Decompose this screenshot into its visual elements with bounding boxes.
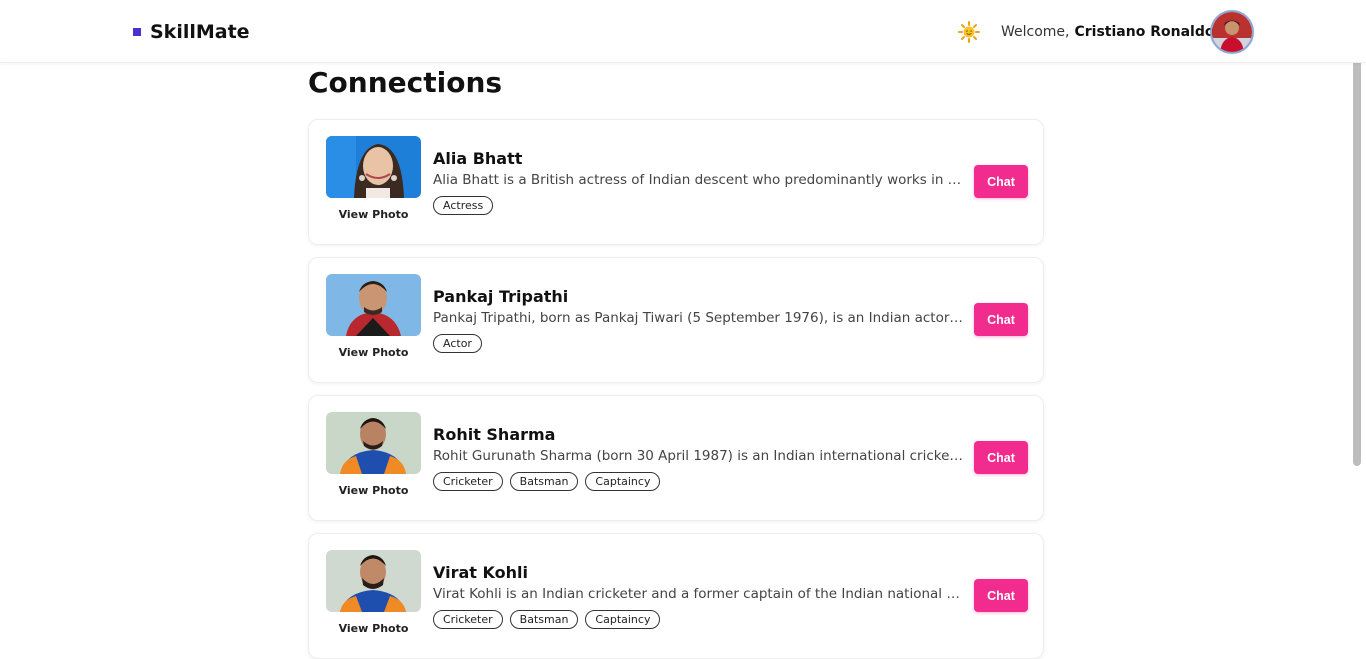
chat-button[interactable]: Chat bbox=[974, 165, 1028, 198]
view-photo-link[interactable]: View Photo bbox=[326, 484, 421, 497]
user-name: Cristiano Ronaldo bbox=[1074, 24, 1215, 40]
brand-square-icon bbox=[133, 28, 141, 36]
connection-card: View Photo Pankaj Tripathi Pankaj Tripat… bbox=[308, 257, 1044, 383]
skill-tag: Captaincy bbox=[585, 610, 661, 629]
view-photo-link[interactable]: View Photo bbox=[326, 622, 421, 635]
profile-photo[interactable] bbox=[326, 550, 421, 612]
connection-name: Virat Kohli bbox=[433, 563, 528, 582]
connection-card: View Photo Alia Bhatt Alia Bhatt is a Br… bbox=[308, 119, 1044, 245]
skill-tag: Actor bbox=[433, 334, 482, 353]
skill-tags: Cricketer Batsman Captaincy bbox=[433, 610, 661, 629]
profile-photo[interactable] bbox=[326, 136, 421, 198]
skill-tag: Cricketer bbox=[433, 472, 503, 491]
page-title: Connections bbox=[308, 66, 503, 99]
view-photo-link[interactable]: View Photo bbox=[326, 208, 421, 221]
skill-tags: Actor bbox=[433, 334, 482, 353]
skill-tag: Batsman bbox=[509, 610, 579, 629]
skill-tag: Captaincy bbox=[585, 472, 661, 491]
welcome-prefix: Welcome, bbox=[1001, 24, 1070, 40]
connection-name: Pankaj Tripathi bbox=[433, 287, 569, 306]
chat-button[interactable]: Chat bbox=[974, 441, 1028, 474]
brand-name: SkillMate bbox=[150, 21, 250, 43]
skill-tag: Cricketer bbox=[433, 610, 503, 629]
profile-photo[interactable] bbox=[326, 412, 421, 474]
skill-tag: Batsman bbox=[509, 472, 579, 491]
profile-photo[interactable] bbox=[326, 274, 421, 336]
brand-logo[interactable]: SkillMate bbox=[133, 20, 250, 44]
connection-bio: Rohit Gurunath Sharma (born 30 April 198… bbox=[433, 448, 963, 464]
chat-button[interactable]: Chat bbox=[974, 303, 1028, 336]
connection-card: View Photo Rohit Sharma Rohit Gurunath S… bbox=[308, 395, 1044, 521]
skill-tags: Actress bbox=[433, 196, 494, 215]
top-navbar: SkillMate Welcome, Cristiano Ronaldo bbox=[0, 0, 1366, 63]
view-photo-link[interactable]: View Photo bbox=[326, 346, 421, 359]
welcome-message: Welcome, Cristiano Ronaldo bbox=[1001, 22, 1232, 42]
connection-name: Alia Bhatt bbox=[433, 149, 523, 168]
connection-bio: Alia Bhatt is a British actress of India… bbox=[433, 172, 963, 188]
connection-bio: Pankaj Tripathi, born as Pankaj Tiwari (… bbox=[433, 310, 963, 326]
user-avatar[interactable] bbox=[1210, 10, 1254, 54]
sun-icon[interactable] bbox=[958, 21, 980, 43]
skill-tags: Cricketer Batsman Captaincy bbox=[433, 472, 661, 491]
connection-card: View Photo Virat Kohli Virat Kohli is an… bbox=[308, 533, 1044, 659]
connection-name: Rohit Sharma bbox=[433, 425, 556, 444]
chat-button[interactable]: Chat bbox=[974, 579, 1028, 612]
skill-tag: Actress bbox=[433, 196, 494, 215]
page-scrollbar[interactable] bbox=[1353, 58, 1361, 466]
connection-bio: Virat Kohli is an Indian cricketer and a… bbox=[433, 586, 963, 602]
